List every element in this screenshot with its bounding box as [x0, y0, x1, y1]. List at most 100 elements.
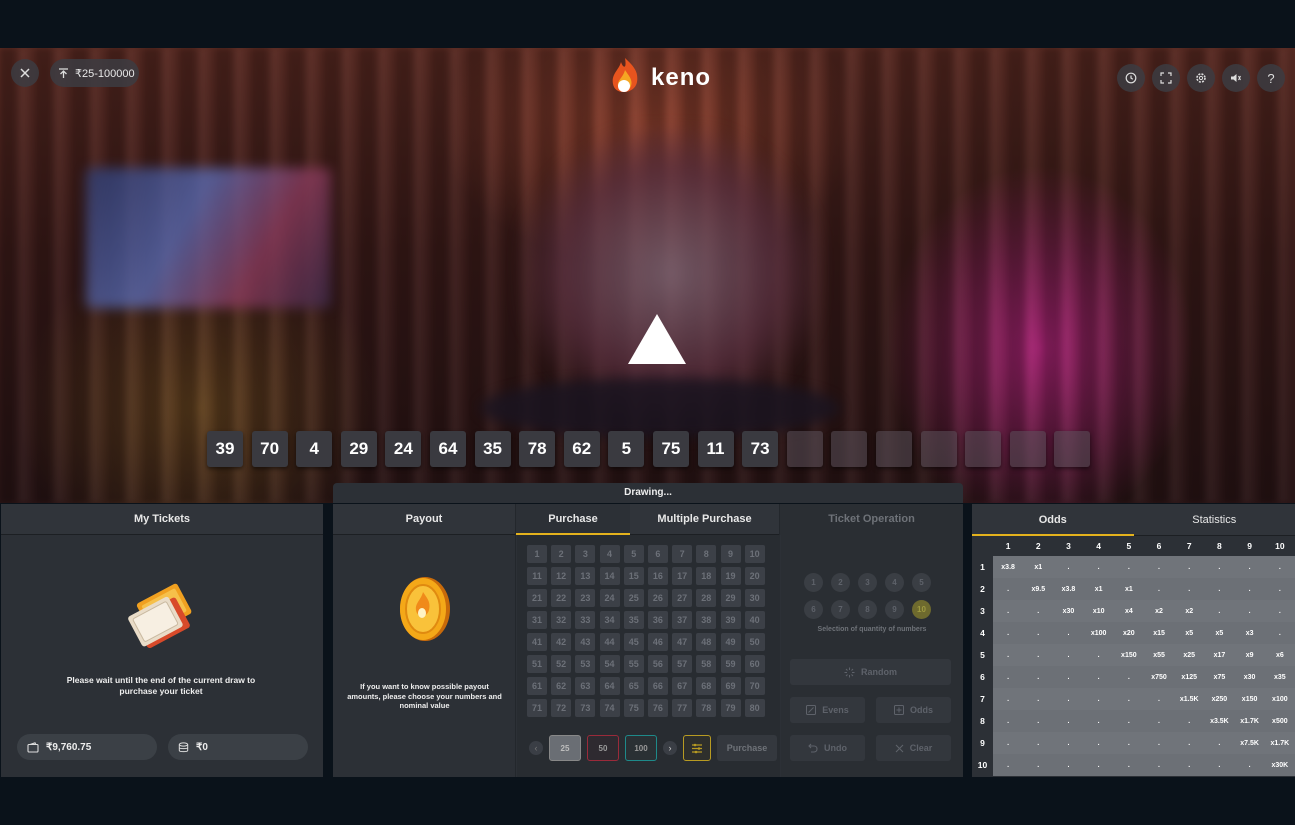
number-cell[interactable]: 10 [744, 545, 765, 563]
number-cell[interactable]: 29 [720, 589, 741, 607]
play-icon[interactable] [628, 314, 686, 364]
number-cell[interactable]: 53 [575, 655, 596, 673]
tab-purchase[interactable]: Purchase [516, 503, 630, 535]
number-cell[interactable]: 31 [527, 611, 547, 629]
chip-prev-button[interactable]: ‹ [529, 741, 543, 755]
number-cell[interactable]: 78 [696, 699, 717, 717]
odds-button[interactable]: Odds [876, 697, 951, 723]
quantity-option[interactable]: 6 [804, 600, 823, 619]
undo-button[interactable]: Undo [790, 735, 865, 761]
number-cell[interactable]: 38 [696, 611, 717, 629]
number-cell[interactable]: 63 [575, 677, 596, 695]
number-cell[interactable]: 45 [623, 633, 644, 651]
number-cell[interactable]: 12 [551, 567, 572, 585]
number-cell[interactable]: 21 [527, 589, 547, 607]
number-cell[interactable]: 26 [647, 589, 668, 607]
number-cell[interactable]: 39 [720, 611, 741, 629]
quantity-option[interactable]: 3 [858, 573, 877, 592]
number-cell[interactable]: 54 [599, 655, 620, 673]
number-cell[interactable]: 47 [672, 633, 693, 651]
number-cell[interactable]: 80 [744, 699, 765, 717]
number-cell[interactable]: 2 [551, 545, 572, 563]
number-cell[interactable]: 11 [527, 567, 547, 585]
tab-odds[interactable]: Odds [972, 504, 1134, 536]
number-cell[interactable]: 74 [599, 699, 620, 717]
number-cell[interactable]: 77 [672, 699, 693, 717]
number-cell[interactable]: 4 [599, 545, 620, 563]
number-cell[interactable]: 8 [696, 545, 717, 563]
chip-settings-button[interactable] [683, 735, 711, 761]
number-cell[interactable]: 36 [647, 611, 668, 629]
number-cell[interactable]: 41 [527, 633, 547, 651]
number-cell[interactable]: 66 [647, 677, 668, 695]
sound-button[interactable] [1222, 64, 1250, 92]
number-cell[interactable]: 73 [575, 699, 596, 717]
number-cell[interactable]: 55 [623, 655, 644, 673]
number-cell[interactable]: 60 [744, 655, 765, 673]
tab-payout[interactable]: Payout [333, 503, 516, 535]
number-cell[interactable]: 42 [551, 633, 572, 651]
number-cell[interactable]: 17 [672, 567, 693, 585]
tab-multiple-purchase[interactable]: Multiple Purchase [630, 503, 780, 535]
close-button[interactable] [11, 59, 39, 87]
number-cell[interactable]: 59 [720, 655, 741, 673]
number-cell[interactable]: 62 [551, 677, 572, 695]
number-cell[interactable]: 28 [696, 589, 717, 607]
quantity-option[interactable]: 5 [912, 573, 931, 592]
number-cell[interactable]: 9 [720, 545, 741, 563]
number-cell[interactable]: 65 [623, 677, 644, 695]
number-cell[interactable]: 15 [623, 567, 644, 585]
number-cell[interactable]: 25 [623, 589, 644, 607]
quantity-option[interactable]: 10 [912, 600, 931, 619]
number-cell[interactable]: 52 [551, 655, 572, 673]
number-cell[interactable]: 72 [551, 699, 572, 717]
number-cell[interactable]: 44 [599, 633, 620, 651]
history-button[interactable] [1117, 64, 1145, 92]
number-cell[interactable]: 57 [672, 655, 693, 673]
number-cell[interactable]: 32 [551, 611, 572, 629]
quantity-option[interactable]: 2 [831, 573, 850, 592]
number-cell[interactable]: 58 [696, 655, 717, 673]
tab-statistics[interactable]: Statistics [1134, 504, 1295, 536]
purchase-button[interactable]: Purchase [717, 735, 777, 761]
number-cell[interactable]: 69 [720, 677, 741, 695]
chip-next-button[interactable]: › [663, 741, 677, 755]
bet-limit-pill[interactable]: ₹25-100000 [50, 59, 139, 87]
number-cell[interactable]: 50 [744, 633, 765, 651]
number-cell[interactable]: 22 [551, 589, 572, 607]
number-cell[interactable]: 70 [744, 677, 765, 695]
tab-ticket-operation[interactable]: Ticket Operation [780, 503, 963, 535]
number-cell[interactable]: 79 [720, 699, 741, 717]
number-cell[interactable]: 5 [623, 545, 644, 563]
number-cell[interactable]: 34 [599, 611, 620, 629]
number-cell[interactable]: 7 [672, 545, 693, 563]
number-cell[interactable]: 13 [575, 567, 596, 585]
quantity-option[interactable]: 4 [885, 573, 904, 592]
number-cell[interactable]: 49 [720, 633, 741, 651]
chip-50[interactable]: 50 [587, 735, 619, 761]
chip-25[interactable]: 25 [549, 735, 581, 761]
number-cell[interactable]: 67 [672, 677, 693, 695]
number-cell[interactable]: 75 [623, 699, 644, 717]
number-cell[interactable]: 43 [575, 633, 596, 651]
number-cell[interactable]: 40 [744, 611, 765, 629]
number-cell[interactable]: 76 [647, 699, 668, 717]
fullscreen-button[interactable] [1152, 64, 1180, 92]
quantity-option[interactable]: 1 [804, 573, 823, 592]
number-cell[interactable]: 27 [672, 589, 693, 607]
number-cell[interactable]: 23 [575, 589, 596, 607]
number-cell[interactable]: 56 [647, 655, 668, 673]
chip-100[interactable]: 100 [625, 735, 657, 761]
number-cell[interactable]: 16 [647, 567, 668, 585]
number-cell[interactable]: 46 [647, 633, 668, 651]
quantity-option[interactable]: 9 [885, 600, 904, 619]
tab-my-tickets[interactable]: My Tickets [1, 504, 323, 535]
number-cell[interactable]: 68 [696, 677, 717, 695]
number-cell[interactable]: 51 [527, 655, 547, 673]
number-cell[interactable]: 24 [599, 589, 620, 607]
number-cell[interactable]: 64 [599, 677, 620, 695]
number-cell[interactable]: 6 [647, 545, 668, 563]
quantity-option[interactable]: 8 [858, 600, 877, 619]
settings-button[interactable] [1187, 64, 1215, 92]
number-cell[interactable]: 71 [527, 699, 547, 717]
